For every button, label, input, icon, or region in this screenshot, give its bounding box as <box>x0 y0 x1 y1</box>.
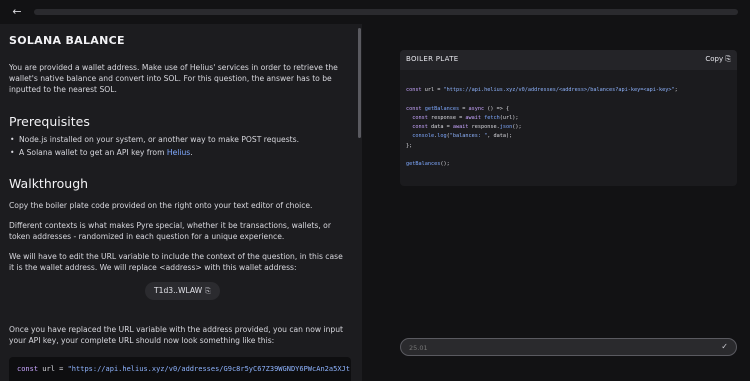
walkthrough-paragraph-2: Different contexts is what makes Pyre sp… <box>9 221 331 241</box>
copy-button[interactable]: Copy ⎘ <box>705 55 731 64</box>
code-identifier: url = <box>38 365 68 373</box>
helius-link[interactable]: Helius <box>167 148 190 157</box>
code-token: const <box>406 105 422 112</box>
code-token: data = <box>427 124 453 131</box>
code-token: , data); <box>487 133 513 140</box>
check-icon[interactable]: ✓ <box>721 342 728 351</box>
boilerplate-title: BOILER PLATE <box>406 55 459 63</box>
code-token: await <box>465 114 481 121</box>
code-token: (); <box>512 124 522 131</box>
lesson-panel: SOLANA BALANCE You are provided a wallet… <box>0 24 362 381</box>
code-token: () => { <box>484 105 510 112</box>
code-token: log <box>437 133 447 140</box>
code-token: response. <box>468 124 500 131</box>
code-line: }; <box>406 142 731 151</box>
wallet-address-chip[interactable]: T1d3..WLAW ⎘ <box>145 282 220 300</box>
answer-input[interactable] <box>409 342 709 353</box>
list-item: A Solana wallet to get an API key from H… <box>10 146 349 159</box>
list-item-text: A Solana wallet to get an API key from <box>19 148 167 157</box>
code-token: ; <box>674 87 678 93</box>
code-line: const response = await fetch(url); <box>406 114 731 123</box>
walkthrough-paragraph-4: Once you have replaced the URL variable … <box>9 325 344 345</box>
code-token: console <box>412 133 435 140</box>
wallet-address: T1d3..WLAW <box>154 286 203 295</box>
code-line: console.log("balances: ", data); <box>406 132 731 141</box>
code-string: "https://api.helius.xyz/v0/addresses/G9c… <box>67 365 350 373</box>
code-token: (url); <box>499 114 519 121</box>
copy-button-label: Copy <box>705 55 724 63</box>
code-token: getBalances <box>406 161 441 168</box>
code-line: const data = await response.json(); <box>406 123 731 132</box>
intro-paragraph: You are provided a wallet address. Make … <box>9 63 338 94</box>
lesson-title: SOLANA BALANCE <box>9 34 125 47</box>
prerequisites-list: Node.js installed on your system, or ano… <box>10 133 349 159</box>
copy-icon: ⎘ <box>725 55 731 63</box>
code-line: getBalances(); <box>406 160 731 169</box>
answer-field[interactable]: ✓ <box>400 338 737 356</box>
code-line: const getBalances = async () => { <box>406 105 731 114</box>
walkthrough-heading: Walkthrough <box>9 176 89 191</box>
top-bar: ← <box>0 0 750 24</box>
prerequisites-heading: Prerequisites <box>9 114 90 129</box>
code-token: const <box>412 114 428 121</box>
code-token: getBalances <box>424 105 460 112</box>
code-token: "balances: " <box>449 133 488 140</box>
boilerplate-header: BOILER PLATE Copy ⎘ <box>400 50 737 70</box>
code-token: (); <box>440 161 450 168</box>
back-arrow-icon[interactable]: ← <box>10 5 24 19</box>
code-token: const <box>412 124 428 131</box>
code-token: json <box>499 124 513 131</box>
code-token: "https://api.helius.xyz/v0/addresses/<ad… <box>443 87 675 93</box>
code-line: const url = "https://api.helius.xyz/v0/a… <box>406 86 731 95</box>
list-item: Node.js installed on your system, or ano… <box>10 133 349 146</box>
walkthrough-paragraph-1: Copy the boiler plate code provided on t… <box>9 201 313 210</box>
boilerplate-card: BOILER PLATE Copy ⎘ const url = "https:/… <box>400 50 737 186</box>
url-code-snippet: const url = "https://api.helius.xyz/v0/a… <box>9 357 351 381</box>
code-token: const <box>406 87 422 93</box>
walkthrough-paragraph-3: We will have to edit the URL variable to… <box>9 252 343 272</box>
code-token: async <box>468 105 485 112</box>
code-token: url = <box>421 87 444 93</box>
copy-icon[interactable]: ⎘ <box>205 282 211 300</box>
code-token: fetch <box>484 114 500 121</box>
code-token: await <box>452 124 469 131</box>
code-keyword: const <box>17 365 39 373</box>
scrollbar[interactable] <box>358 28 361 138</box>
boilerplate-code: const url = "https://api.helius.xyz/v0/a… <box>406 86 731 170</box>
code-token: }; <box>406 142 413 149</box>
progress-bar <box>34 9 738 15</box>
code-token: response = <box>427 114 466 121</box>
